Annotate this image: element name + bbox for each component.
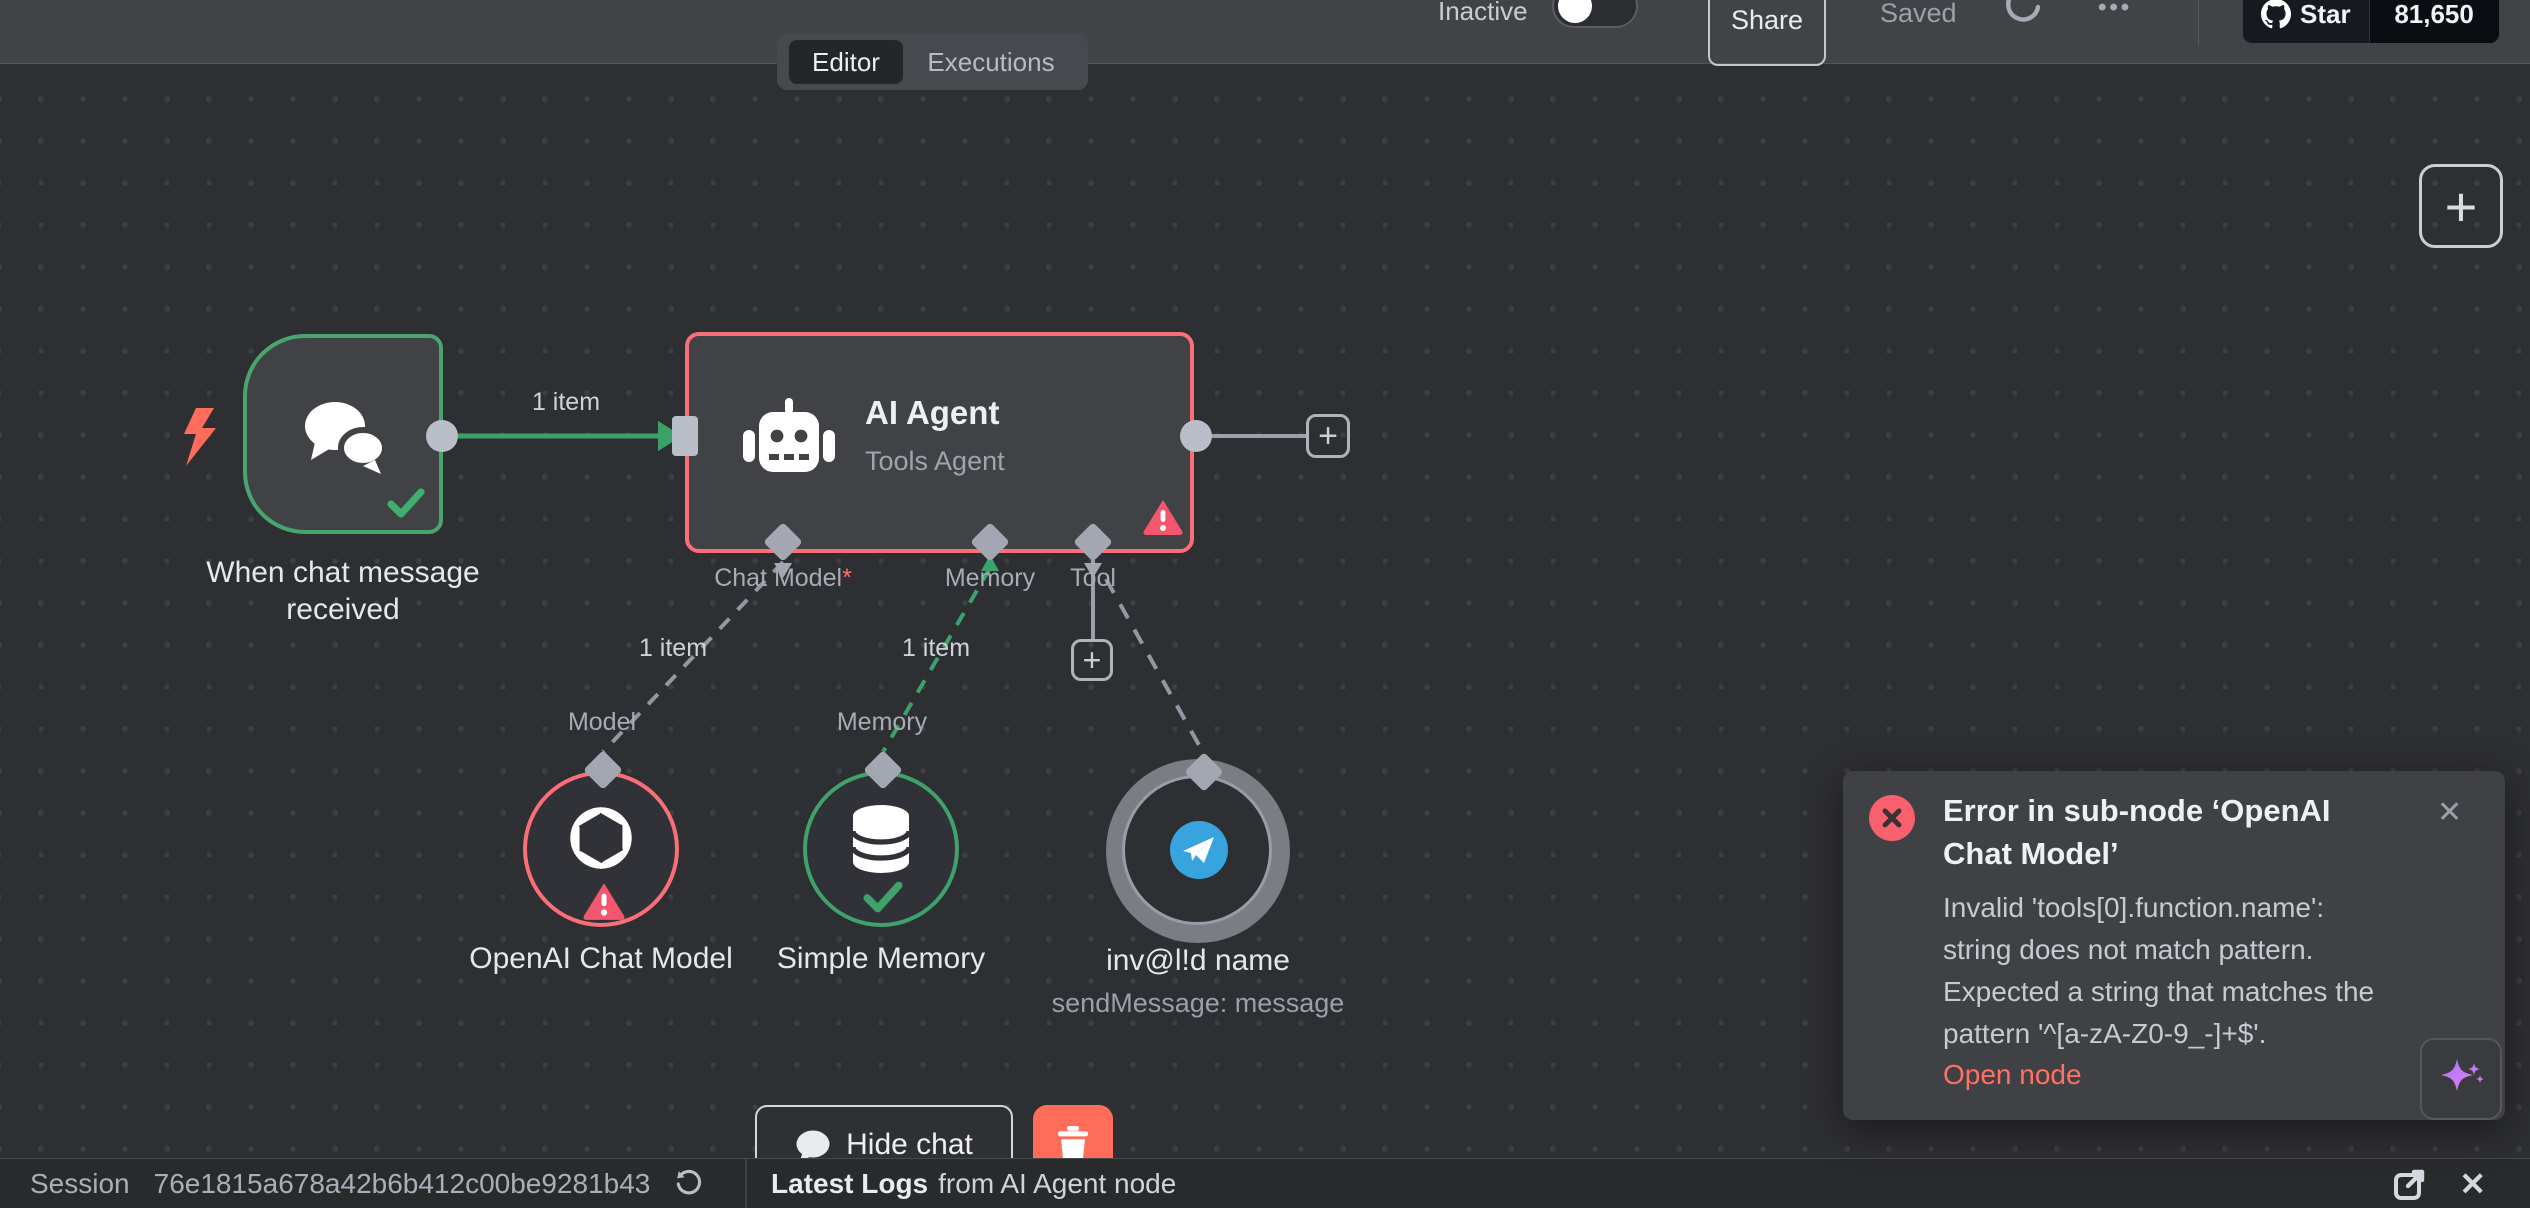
agent-input-port[interactable]: [672, 416, 698, 456]
connection-items-count: 1 item: [886, 634, 986, 663]
github-icon: [2261, 0, 2291, 29]
add-node-after-agent-button[interactable]: +: [1306, 414, 1350, 458]
workflow-active-toggle[interactable]: [1552, 0, 1638, 28]
tab-editor[interactable]: Editor: [789, 40, 903, 84]
session-label: Session: [30, 1168, 130, 1200]
pop-out-icon[interactable]: [2393, 1167, 2427, 1201]
telegram-node-subtitle: sendMessage: message: [1023, 988, 1373, 1019]
add-node-button[interactable]: +: [2419, 164, 2503, 248]
agent-port-label-chat-model: Chat Model*: [683, 564, 883, 593]
robot-icon: [743, 398, 835, 484]
sparkles-icon: [2435, 1053, 2487, 1105]
required-marker: *: [842, 564, 852, 592]
subnode-port-label-model: Model: [502, 708, 702, 737]
add-tool-button[interactable]: +: [1071, 639, 1113, 681]
connection-items-count: 1 item: [623, 634, 723, 663]
toast-close-icon[interactable]: ✕: [2437, 795, 2462, 830]
star-label: Star: [2300, 0, 2351, 30]
trigger-output-port[interactable]: [426, 420, 458, 452]
session-id: 76e1815a678a42b6b412c00be9281b43: [154, 1168, 651, 1200]
agent-title: AI Agent: [865, 394, 999, 432]
ai-assistant-button[interactable]: [2420, 1038, 2502, 1120]
header-divider: [2198, 0, 2199, 46]
trigger-node-label: When chat message received: [193, 554, 493, 628]
refresh-session-icon[interactable]: [674, 1169, 704, 1199]
connection-tool[interactable]: [1106, 579, 1204, 754]
success-check-icon: [863, 881, 903, 915]
success-check-icon: [387, 488, 425, 520]
subnode-port-label-memory: Memory: [782, 708, 982, 737]
bottom-panel-divider: [745, 1159, 747, 1208]
workflow-active-label: Inactive: [1438, 0, 1528, 27]
node-simple-memory[interactable]: [803, 771, 959, 927]
plus-icon: +: [1083, 642, 1102, 679]
chat-bubbles-icon: [299, 396, 391, 478]
bottom-panel-header: Session 76e1815a678a42b6b412c00be9281b43…: [0, 1158, 2530, 1208]
agent-subtitle: Tools Agent: [865, 446, 1005, 477]
telegram-node-label: inv@l!d name: [1048, 942, 1348, 979]
logs-header: Latest Logs from AI Agent node: [771, 1159, 1176, 1208]
telegram-icon: [1170, 821, 1228, 879]
github-star-count[interactable]: 81,650: [2369, 0, 2499, 43]
open-node-link[interactable]: Open node: [1943, 1059, 2082, 1091]
openai-logo-icon: [562, 799, 640, 877]
openai-node-label: OpenAI Chat Model: [441, 940, 761, 977]
github-star-button[interactable]: Star: [2243, 0, 2369, 43]
n8n-workflow-editor: When chat message received 1 item AI Age…: [0, 0, 2530, 1208]
chat-session-row: Session 76e1815a678a42b6b412c00be9281b43: [30, 1159, 704, 1208]
agent-output-port[interactable]: [1180, 420, 1212, 452]
node-telegram[interactable]: [1122, 775, 1272, 925]
editor-executions-tabs: Editor Executions: [777, 34, 1088, 90]
plus-icon: +: [1318, 417, 1338, 456]
share-button[interactable]: Share: [1708, 0, 1826, 66]
tab-executions[interactable]: Executions: [903, 40, 1079, 84]
error-warning-icon: [1142, 498, 1184, 536]
toggle-knob: [1558, 0, 1592, 23]
agent-port-label-tool: Tool: [1043, 564, 1143, 593]
history-icon[interactable]: [2002, 0, 2044, 28]
error-toast: ✕ Error in sub-node ‘OpenAI Chat Model’ …: [1843, 771, 2505, 1120]
hide-chat-label: Hide chat: [846, 1128, 973, 1162]
trigger-lightning-icon: [180, 408, 220, 466]
error-warning-icon: [582, 881, 626, 921]
logs-subtitle: from AI Agent node: [938, 1168, 1176, 1200]
top-header-bar: Inactive Share Saved ••• Star 81,650: [0, 0, 2530, 64]
plus-icon: +: [2445, 174, 2478, 239]
more-options-button[interactable]: •••: [2098, 0, 2132, 22]
connection-items-count: 1 item: [516, 388, 616, 417]
github-star-widget[interactable]: Star 81,650: [2242, 0, 2500, 44]
chat-bubble-icon: [795, 1129, 831, 1162]
saved-status: Saved: [1880, 0, 1957, 29]
node-openai-chat-model[interactable]: [523, 771, 679, 927]
logs-title: Latest Logs: [771, 1168, 928, 1200]
node-when-chat-message-received[interactable]: [243, 334, 443, 534]
toast-body: Invalid 'tools[0].function.name': string…: [1943, 887, 2385, 1055]
node-ai-agent[interactable]: AI Agent Tools Agent: [685, 332, 1194, 553]
close-panel-icon[interactable]: ✕: [2459, 1165, 2486, 1203]
database-icon: [849, 805, 913, 875]
toast-title: Error in sub-node ‘OpenAI Chat Model’: [1943, 789, 2377, 875]
memory-node-label: Simple Memory: [731, 940, 1031, 977]
error-circle-icon: [1869, 795, 1915, 841]
